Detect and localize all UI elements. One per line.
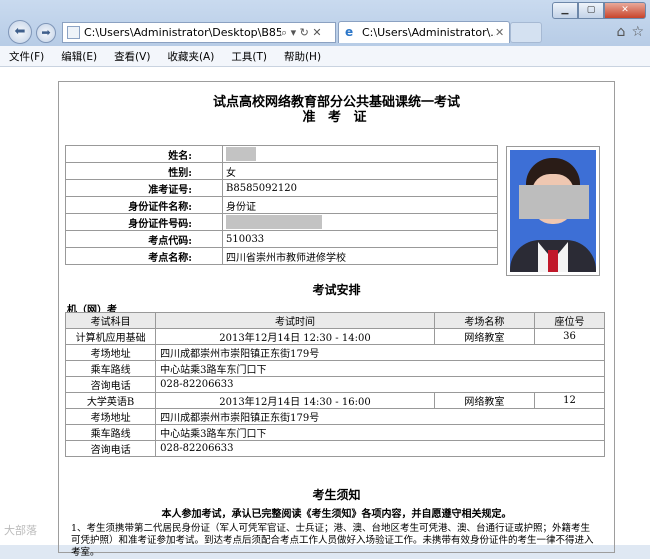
ticket-subtitle: 准 考 证: [302, 110, 371, 125]
exam-schedule-table: 考试科目 考试时间 考场名称 座位号 计算机应用基础 2013年12月14日 1…: [64, 312, 605, 457]
info-label: 身份证件名称:: [65, 196, 223, 214]
exam-time: 2013年12月14日 12:30 - 14:00: [155, 328, 435, 345]
info-row: 身份证件号码:: [65, 213, 498, 231]
maximize-button[interactable]: ▢: [578, 2, 604, 19]
header-subject: 考试科目: [64, 312, 157, 329]
watermark: 大部落: [4, 524, 37, 537]
header-seat: 座位号: [534, 312, 605, 329]
browser-tab[interactable]: e C:\Users\Administrator\... ✕: [338, 21, 510, 43]
detail-label: 咨询电话: [64, 440, 157, 457]
detail-label: 咨询电话: [64, 376, 157, 393]
detail-value: 四川成都崇州市崇阳镇正东街179号: [155, 344, 605, 361]
info-label: 准考证号:: [65, 179, 223, 197]
admission-ticket: 试点高校网络教育部分公共基础课统一考试 准 考 证 姓名: 性别: 女 准考证号:…: [58, 81, 615, 558]
info-row: 性别: 女: [65, 162, 498, 180]
detail-label: 考场地址: [64, 344, 157, 361]
info-value: 女: [222, 162, 498, 180]
redacted-face: [519, 185, 589, 219]
detail-value: 中心站乘3路车东门口下: [155, 360, 605, 377]
info-value: 四川省崇州市教师进修学校: [222, 247, 498, 265]
detail-label: 乘车路线: [64, 424, 157, 441]
exam-seat: 12: [534, 392, 605, 409]
redacted-id: [226, 215, 322, 229]
forward-button[interactable]: ➡: [36, 23, 56, 43]
browser-title-bar: ▁ ▢ ✕ ⬅ ➡ C:\Users\Administrator\Desktop…: [0, 0, 650, 46]
menu-view[interactable]: 查看(V): [105, 49, 158, 64]
menu-bar: 文件(F) 编辑(E) 查看(V) 收藏夹(A) 工具(T) 帮助(H): [0, 46, 650, 67]
table-row: 咨询电话 028-82206633: [64, 376, 605, 393]
info-label: 考点名称:: [65, 247, 223, 265]
close-button[interactable]: ✕: [604, 2, 646, 19]
detail-value: 中心站乘3路车东门口下: [155, 424, 605, 441]
exam-subject: 大学英语B: [64, 392, 157, 409]
favorites-star-icon[interactable]: ☆: [631, 24, 644, 40]
table-header-row: 考试科目 考试时间 考场名称 座位号: [64, 312, 605, 329]
candidate-info-table: 姓名: 性别: 女 准考证号: B8585092120 身份证件名称: 身份证 身份证…: [65, 145, 498, 265]
info-label: 姓名:: [65, 145, 223, 163]
exam-time: 2013年12月14日 14:30 - 16:00: [155, 392, 435, 409]
ie-icon: e: [345, 25, 354, 39]
menu-favorites[interactable]: 收藏夹(A): [158, 49, 222, 64]
table-row: 咨询电话 028-82206633: [64, 440, 605, 457]
info-label: 身份证件号码:: [65, 213, 223, 231]
info-row: 身份证件名称: 身份证: [65, 196, 498, 214]
detail-label: 乘车路线: [64, 360, 157, 377]
address-text: C:\Users\Administrator\Desktop\B858: [84, 26, 281, 39]
address-controls[interactable]: ⌕ ▾ ↻ ✕: [281, 26, 335, 40]
exam-seat: 36: [534, 328, 605, 345]
header-time: 考试时间: [155, 312, 435, 329]
info-row: 准考证号: B8585092120: [65, 179, 498, 197]
browser-toolbar-icons: ⌂ ☆: [617, 24, 644, 40]
page-viewport: 试点高校网络教育部分公共基础课统一考试 准 考 证 姓名: 性别: 女 准考证号:…: [0, 67, 650, 558]
home-icon[interactable]: ⌂: [617, 24, 626, 40]
menu-edit[interactable]: 编辑(E): [52, 49, 105, 64]
detail-label: 考场地址: [64, 408, 157, 425]
menu-help[interactable]: 帮助(H): [275, 49, 329, 64]
info-value: B8585092120: [222, 179, 498, 197]
table-row: 大学英语B 2013年12月14日 14:30 - 16:00 网络教室 12: [64, 392, 605, 409]
minimize-button[interactable]: ▁: [552, 2, 578, 19]
info-row: 姓名:: [65, 145, 498, 163]
tab-title: C:\Users\Administrator\...: [362, 26, 495, 39]
back-arrow-icon: ⬅: [14, 24, 26, 39]
info-value: 身份证: [222, 196, 498, 214]
exam-room: 网络教室: [433, 328, 536, 345]
info-row: 考点名称: 四川省崇州市教师进修学校: [65, 247, 498, 265]
redacted-name: [226, 147, 256, 161]
candidate-photo: [506, 146, 600, 276]
detail-value: 028-82206633: [155, 440, 605, 457]
table-row: 计算机应用基础 2013年12月14日 12:30 - 14:00 网络教室 3…: [64, 328, 605, 345]
info-label: 性别:: [65, 162, 223, 180]
address-bar[interactable]: C:\Users\Administrator\Desktop\B858 ⌕ ▾ …: [62, 22, 336, 43]
exam-subject: 计算机应用基础: [64, 328, 157, 345]
detail-value: 028-82206633: [155, 376, 605, 393]
info-value: 510033: [222, 230, 498, 248]
table-row: 乘车路线 中心站乘3路车东门口下: [64, 424, 605, 441]
window-controls: ▁ ▢ ✕: [552, 2, 646, 19]
page-icon: [67, 26, 80, 39]
table-row: 乘车路线 中心站乘3路车东门口下: [64, 360, 605, 377]
id-value: [222, 213, 498, 231]
forward-arrow-icon: ➡: [41, 26, 51, 39]
tab-close-icon[interactable]: ✕: [495, 26, 509, 39]
menu-tools[interactable]: 工具(T): [222, 49, 275, 64]
menu-file[interactable]: 文件(F): [0, 49, 52, 64]
table-row: 考场地址 四川成都崇州市崇阳镇正东街179号: [64, 408, 605, 425]
notice-title: 考生须知: [312, 488, 361, 502]
new-tab-button[interactable]: [510, 22, 542, 43]
info-row: 考点代码: 510033: [65, 230, 498, 248]
name-value: [222, 145, 498, 163]
exam-schedule-title: 考试安排: [312, 283, 361, 297]
notice-subtitle: 本人参加考试，承认已完整阅读《考生须知》各项内容，并自愿遵守相关规定。: [161, 509, 512, 520]
back-button[interactable]: ⬅: [8, 20, 32, 44]
notice-paragraph: 1、考生须携带第二代居民身份证（军人可凭军官证、士兵证；港、澳、台地区考生可凭港…: [71, 523, 594, 558]
header-room: 考场名称: [433, 312, 536, 329]
table-row: 考场地址 四川成都崇州市崇阳镇正东街179号: [64, 344, 605, 361]
exam-room: 网络教室: [433, 392, 536, 409]
detail-value: 四川成都崇州市崇阳镇正东街179号: [155, 408, 605, 425]
info-label: 考点代码:: [65, 230, 223, 248]
